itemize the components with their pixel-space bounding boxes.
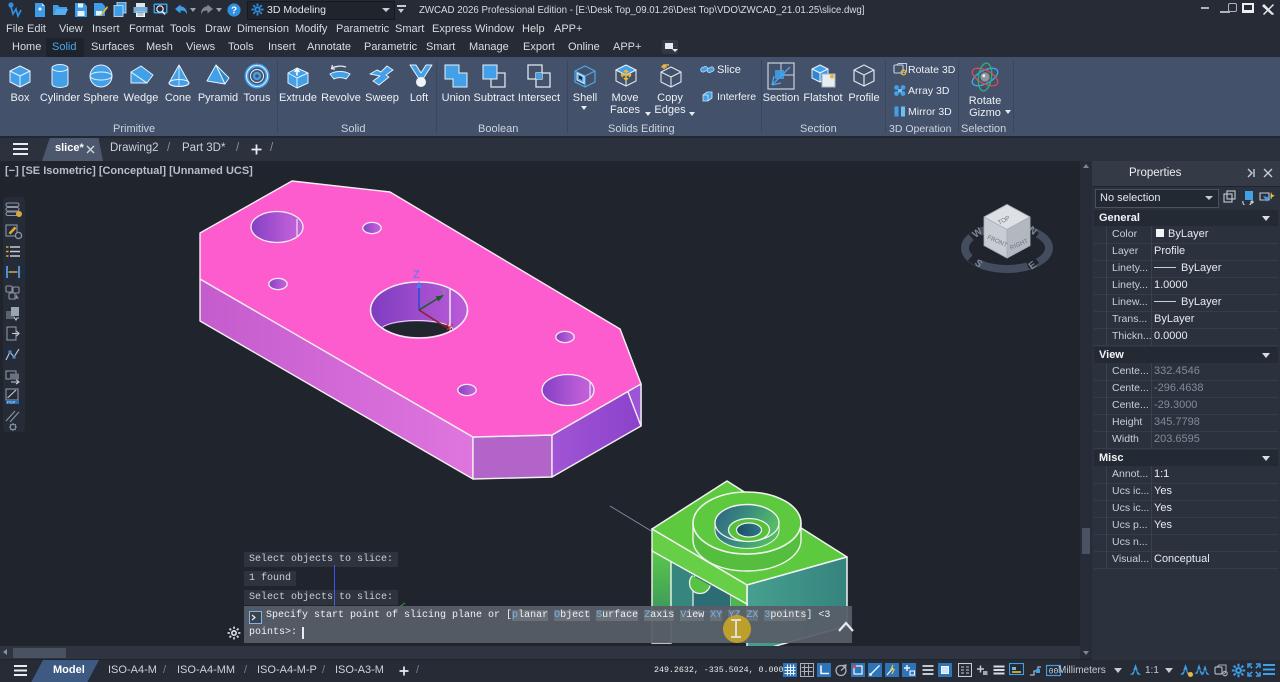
svg-text:?: ? [231, 6, 237, 17]
svg-text:PGP: PGP [7, 400, 16, 405]
svg-text:Z: Z [413, 269, 420, 281]
